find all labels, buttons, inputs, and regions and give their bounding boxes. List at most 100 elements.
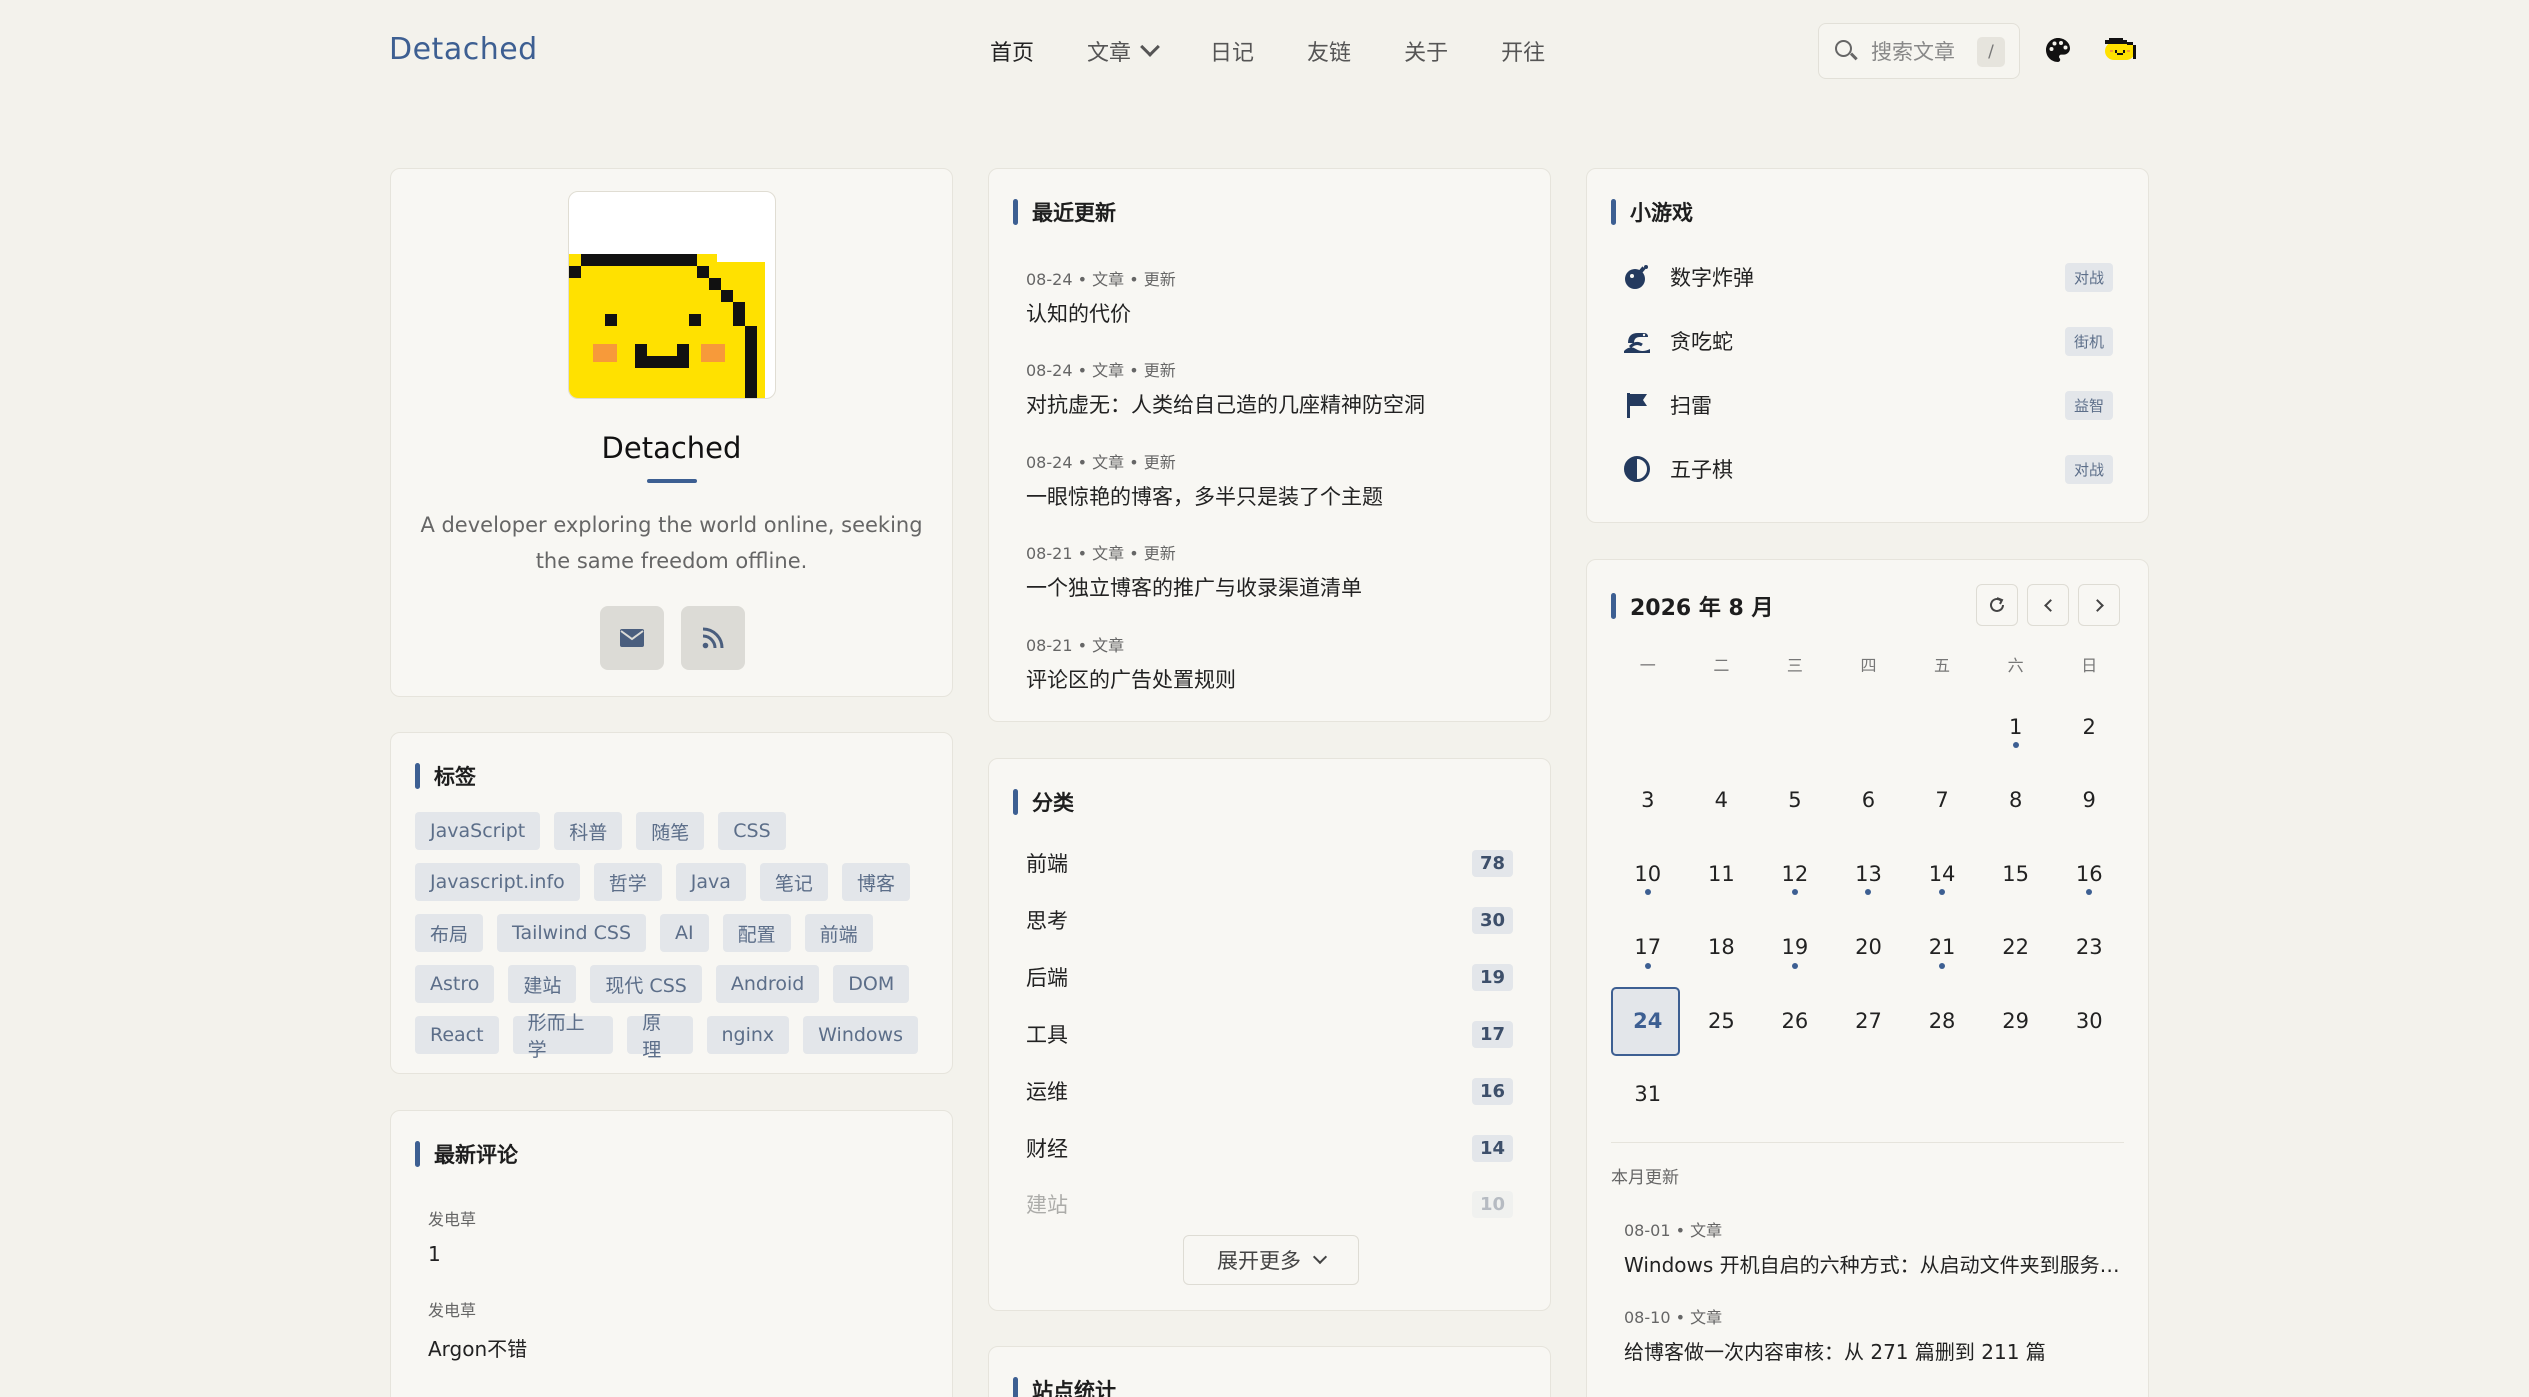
tag[interactable]: Javascript.info bbox=[415, 863, 580, 901]
calendar-day-today[interactable]: 24 bbox=[1611, 984, 1685, 1058]
user-avatar-icon[interactable] bbox=[2103, 34, 2139, 66]
tag[interactable]: DOM bbox=[833, 965, 910, 1003]
rss-button[interactable] bbox=[681, 606, 745, 670]
calendar-day[interactable]: 12 bbox=[1758, 837, 1832, 911]
nav-travel[interactable]: 开往 bbox=[1501, 33, 1545, 69]
tag[interactable]: Java bbox=[675, 863, 746, 901]
tag[interactable]: nginx bbox=[706, 1016, 790, 1054]
calendar-day[interactable]: 27 bbox=[1832, 984, 1906, 1058]
calendar-day[interactable]: 30 bbox=[2052, 984, 2126, 1058]
tag[interactable]: Windows bbox=[803, 1016, 918, 1054]
calendar-day[interactable]: 2 bbox=[2052, 690, 2126, 764]
comment-item[interactable]: 发电草 Argon不错 bbox=[428, 1297, 527, 1362]
calendar-day[interactable]: 15 bbox=[1979, 837, 2053, 911]
nav-friends[interactable]: 友链 bbox=[1307, 33, 1351, 69]
tag[interactable]: 布局 bbox=[415, 914, 484, 952]
tag[interactable]: 博客 bbox=[841, 863, 910, 901]
site-logo[interactable]: Detached bbox=[389, 32, 538, 67]
calendar-day[interactable]: 18 bbox=[1685, 911, 1759, 985]
game-item[interactable]: 五子棋 对战 bbox=[1622, 449, 2113, 489]
recent-post[interactable]: 08-24 • 文章 • 更新 对抗虚无：人类给自己造的几座精神防空洞 bbox=[1026, 357, 1425, 419]
recent-post[interactable]: 08-21 • 文章 评论区的广告处置规则 bbox=[1026, 632, 1236, 694]
category-item[interactable]: 财经 14 bbox=[1026, 1131, 1513, 1165]
calendar-day[interactable]: 11 bbox=[1685, 837, 1759, 911]
search-box[interactable]: 搜索文章 / bbox=[1818, 23, 2020, 79]
tag[interactable]: Tailwind CSS bbox=[497, 914, 647, 952]
tag[interactable]: AI bbox=[660, 914, 709, 952]
category-item[interactable]: 后端 19 bbox=[1026, 960, 1513, 994]
nav-home[interactable]: 首页 bbox=[990, 33, 1034, 69]
calendar-day[interactable]: 31 bbox=[1611, 1058, 1685, 1132]
search-shortcut-key: / bbox=[1977, 37, 2005, 67]
calendar-day-number: 31 bbox=[1634, 1082, 1662, 1107]
calendar-day[interactable]: 5 bbox=[1758, 764, 1832, 838]
show-more-button[interactable]: 展开更多 bbox=[1183, 1235, 1359, 1285]
category-item[interactable]: 思考 30 bbox=[1026, 903, 1513, 937]
calendar-day[interactable]: 9 bbox=[2052, 764, 2126, 838]
calendar-reset-button[interactable] bbox=[1976, 584, 2018, 626]
calendar-day[interactable]: 22 bbox=[1979, 911, 2053, 985]
month-post[interactable]: 08-01 • 文章 Windows 开机自启的六种方式：从启动文件夹到服务… bbox=[1624, 1217, 2120, 1278]
tag[interactable]: 原理 bbox=[627, 1012, 693, 1061]
calendar-day[interactable]: 13 bbox=[1832, 837, 1906, 911]
palette-icon[interactable] bbox=[2045, 37, 2071, 63]
calendar-day[interactable]: 25 bbox=[1685, 984, 1759, 1058]
calendar-day[interactable]: 26 bbox=[1758, 984, 1832, 1058]
tag[interactable]: 随笔 bbox=[636, 812, 705, 850]
tag[interactable]: Android bbox=[715, 965, 820, 1003]
tag[interactable]: 笔记 bbox=[759, 863, 828, 901]
calendar-day[interactable]: 19 bbox=[1758, 911, 1832, 985]
tag[interactable]: 配置 bbox=[722, 914, 791, 952]
recent-post[interactable]: 08-21 • 文章 • 更新 一个独立博客的推广与收录渠道清单 bbox=[1026, 540, 1362, 602]
recent-title: 最近更新 bbox=[1013, 197, 1116, 227]
category-item[interactable]: 运维 16 bbox=[1026, 1074, 1513, 1108]
profile-avatar bbox=[568, 191, 776, 399]
calendar-day[interactable]: 17 bbox=[1611, 911, 1685, 985]
comment-item[interactable]: 发电草 1 bbox=[428, 1206, 476, 1266]
calendar-day[interactable]: 23 bbox=[2052, 911, 2126, 985]
calendar-day[interactable]: 7 bbox=[1905, 764, 1979, 838]
tag[interactable]: 前端 bbox=[804, 914, 873, 952]
category-item[interactable]: 建站 10 bbox=[1026, 1187, 1513, 1221]
calendar-day[interactable]: 28 bbox=[1905, 984, 1979, 1058]
calendar-day-number: 11 bbox=[1707, 861, 1735, 886]
game-item[interactable]: 贪吃蛇 街机 bbox=[1622, 321, 2113, 361]
category-item[interactable]: 工具 17 bbox=[1026, 1017, 1513, 1051]
calendar-day[interactable]: 21 bbox=[1905, 911, 1979, 985]
calendar-day[interactable]: 14 bbox=[1905, 837, 1979, 911]
nav-diary[interactable]: 日记 bbox=[1210, 33, 1254, 69]
calendar-day[interactable]: 8 bbox=[1979, 764, 2053, 838]
calendar-next-button[interactable] bbox=[2078, 584, 2120, 626]
recent-post[interactable]: 08-24 • 文章 • 更新 认知的代价 bbox=[1026, 266, 1176, 328]
tag[interactable]: Astro bbox=[415, 965, 495, 1003]
calendar-day[interactable]: 20 bbox=[1832, 911, 1906, 985]
nav-articles[interactable]: 文章 bbox=[1087, 33, 1160, 69]
calendar-day[interactable]: 16 bbox=[2052, 837, 2126, 911]
tag[interactable]: 建站 bbox=[508, 965, 577, 1003]
category-name: 工具 bbox=[1026, 1023, 1068, 1047]
tag[interactable]: 哲学 bbox=[593, 863, 662, 901]
recent-post[interactable]: 08-24 • 文章 • 更新 一眼惊艳的博客，多半只是装了个主题 bbox=[1026, 449, 1383, 511]
game-item[interactable]: 数字炸弹 对战 bbox=[1622, 257, 2113, 297]
tag[interactable]: 形而上学 bbox=[512, 1012, 614, 1061]
tag[interactable]: 现代 CSS bbox=[590, 965, 702, 1003]
game-item[interactable]: 扫雷 益智 bbox=[1622, 385, 2113, 425]
calendar-prev-button[interactable] bbox=[2027, 584, 2069, 626]
show-more-label: 展开更多 bbox=[1217, 1249, 1301, 1273]
email-button[interactable] bbox=[600, 606, 664, 670]
month-post[interactable]: 08-10 • 文章 给博客做一次内容审核：从 271 篇删到 211 篇 bbox=[1624, 1304, 2046, 1365]
category-item[interactable]: 前端 78 bbox=[1026, 846, 1513, 880]
stats-title-label: 站点统计 bbox=[1032, 1379, 1116, 1397]
calendar-day[interactable]: 3 bbox=[1611, 764, 1685, 838]
tag[interactable]: 科普 bbox=[554, 812, 623, 850]
nav-about[interactable]: 关于 bbox=[1404, 33, 1448, 69]
calendar-day[interactable]: 1 bbox=[1979, 690, 2053, 764]
calendar-day[interactable]: 4 bbox=[1685, 764, 1759, 838]
tag[interactable]: React bbox=[415, 1016, 499, 1054]
tag[interactable]: JavaScript bbox=[415, 812, 541, 850]
calendar-day[interactable]: 6 bbox=[1832, 764, 1906, 838]
tag[interactable]: CSS bbox=[718, 812, 786, 850]
calendar-day-number: 30 bbox=[2075, 1008, 2103, 1033]
calendar-day[interactable]: 29 bbox=[1979, 984, 2053, 1058]
calendar-day[interactable]: 10 bbox=[1611, 837, 1685, 911]
